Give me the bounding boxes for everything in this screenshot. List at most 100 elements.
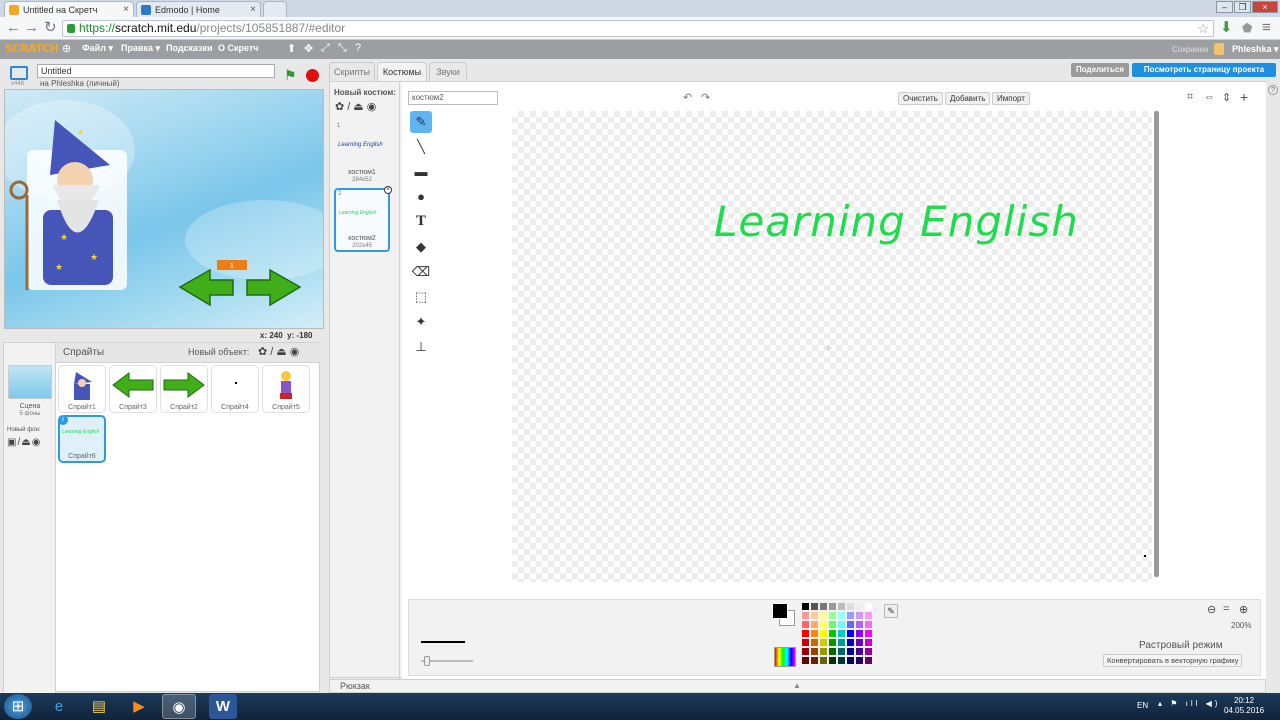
upload-sprite-icon[interactable]: ⏏ [276,346,289,358]
set-center-icon[interactable]: ⌗ [1187,91,1193,104]
clock[interactable]: 20:12 04.05.2016 [1224,696,1264,716]
costume-tile-1[interactable]: 1 Learning English костюм1 284x52 [334,120,390,183]
project-title-input[interactable]: Untitled [37,64,275,78]
url-input[interactable]: https://scratch.mit.edu/projects/1058518… [62,20,1214,37]
convert-to-vector-button[interactable]: Конвертировать в векторную графику [1103,654,1243,667]
user-avatar[interactable] [1214,43,1224,55]
minimize-icon[interactable]: – [1216,1,1233,13]
redo-icon[interactable]: ↷ [701,91,710,104]
color-swatch[interactable] [847,612,854,619]
undo-icon[interactable]: ↶ [683,91,692,104]
close-tab-icon[interactable]: × [250,4,256,15]
color-swatch[interactable] [829,648,836,655]
zoom-reset-icon[interactable]: = [1223,603,1229,615]
color-swatch[interactable] [856,621,863,628]
sprite-tile-1[interactable]: Спрайт1 [58,365,106,413]
eraser-tool-icon[interactable]: ⌫ [410,261,432,283]
color-swatch[interactable] [820,630,827,637]
color-swatch[interactable] [847,648,854,655]
color-swatch[interactable] [811,630,818,637]
color-swatch[interactable] [856,612,863,619]
color-swatch[interactable] [811,657,818,664]
import-button[interactable]: Импорт [992,92,1030,105]
menu-edit[interactable]: Правка ▾ [121,43,160,54]
paint-canvas[interactable]: Learning English + [512,111,1152,582]
color-swatch[interactable] [838,648,845,655]
flip-vertical-icon[interactable]: ⇕ [1222,91,1231,104]
stamp-tool-icon[interactable]: ⊥ [410,336,432,358]
close-tab-icon[interactable]: × [123,4,129,15]
sprite-tile-6[interactable]: i Learning English Спрайт6 [58,415,106,463]
share-button[interactable]: Поделиться [1071,63,1129,77]
color-swatch[interactable] [838,657,845,664]
system-tray-icons[interactable]: ▴ ⚑ ıll ◀) [1158,699,1220,708]
help-icon[interactable]: ? [355,42,361,54]
color-swatch[interactable] [811,639,818,646]
backpack-bar[interactable]: Рюкзак ▲ [329,679,1266,693]
internet-explorer-icon[interactable]: e [42,694,76,719]
cut-cross-icon[interactable]: ✥ [304,42,313,55]
color-swatch[interactable] [829,630,836,637]
tab-scripts[interactable]: Скрипты [329,62,375,81]
restore-icon[interactable]: ❐ [1234,1,1251,13]
color-swatch[interactable] [811,612,818,619]
rectangle-tool-icon[interactable]: ▬ [410,161,432,183]
expand-up-icon[interactable]: ▲ [793,681,801,690]
grow-icon[interactable]: ⤢ [321,42,330,55]
color-swatch[interactable] [829,639,836,646]
download-icon[interactable]: ⬇ [1220,20,1233,36]
color-swatch[interactable] [802,648,809,655]
color-swatch[interactable] [829,621,836,628]
backdrop-library-icon[interactable]: ▣ [7,437,17,448]
color-swatch[interactable] [838,630,845,637]
back-icon[interactable]: ← [6,20,21,36]
color-swatch[interactable] [856,657,863,664]
color-swatch[interactable] [820,612,827,619]
costume-name-input[interactable]: костюм2 [408,91,498,105]
color-swatch[interactable] [802,621,809,628]
chrome-taskbar-icon[interactable]: ◉ [162,694,196,719]
stage-canvas[interactable]: ★ ★ ★ ★ 1 [4,89,324,329]
color-swatch[interactable] [820,639,827,646]
shrink-icon[interactable]: ⤡ [338,42,347,55]
color-swatch[interactable] [847,621,854,628]
line-tool-icon[interactable]: ╲ [410,136,432,158]
zoom-in-icon[interactable]: ⊕ [1239,603,1248,616]
camera-sprite-icon[interactable]: ◉ [290,346,303,358]
tab-costumes[interactable]: Костюмы [377,62,427,81]
color-swatch[interactable] [802,657,809,664]
costume-tile-2[interactable]: 2 × Learning English костюм2 202x45 [334,186,392,252]
remove-background-tool-icon[interactable]: ✦ [410,311,432,333]
stop-icon[interactable] [306,69,319,82]
color-swatch[interactable] [838,621,845,628]
color-swatch[interactable] [847,657,854,664]
color-swatch[interactable] [865,621,872,628]
color-swatch[interactable] [847,639,854,646]
media-player-icon[interactable]: ▶ [122,694,156,719]
color-swatch[interactable] [865,648,872,655]
color-swatch[interactable] [838,639,845,646]
color-swatch[interactable] [820,648,827,655]
set-costume-center-icon[interactable]: + [1240,89,1248,105]
file-explorer-icon[interactable]: ▤ [82,694,116,719]
color-swatch[interactable] [856,603,863,610]
color-swatch[interactable] [829,657,836,664]
color-swatch[interactable] [847,603,854,610]
add-button[interactable]: Добавить [945,92,991,105]
color-swatch[interactable] [811,603,818,610]
color-swatch[interactable] [865,657,872,664]
color-swatch[interactable] [802,612,809,619]
ellipse-tool-icon[interactable]: ● [410,186,432,208]
primary-color[interactable] [772,603,788,619]
color-swatch[interactable] [820,603,827,610]
color-swatch[interactable] [856,648,863,655]
sprite-tile-5[interactable]: Спрайт5 [262,365,310,413]
color-swatch[interactable] [865,639,872,646]
menu-file[interactable]: Файл ▾ [82,43,113,54]
upload-backdrop-icon[interactable]: ⏏ [21,437,31,448]
color-swatch[interactable] [838,612,845,619]
color-swatch[interactable] [829,612,836,619]
color-swatch[interactable] [820,621,827,628]
browser-tab-edmodo[interactable]: Edmodo | Home × [136,1,261,17]
clear-button[interactable]: Очистить [898,92,943,105]
